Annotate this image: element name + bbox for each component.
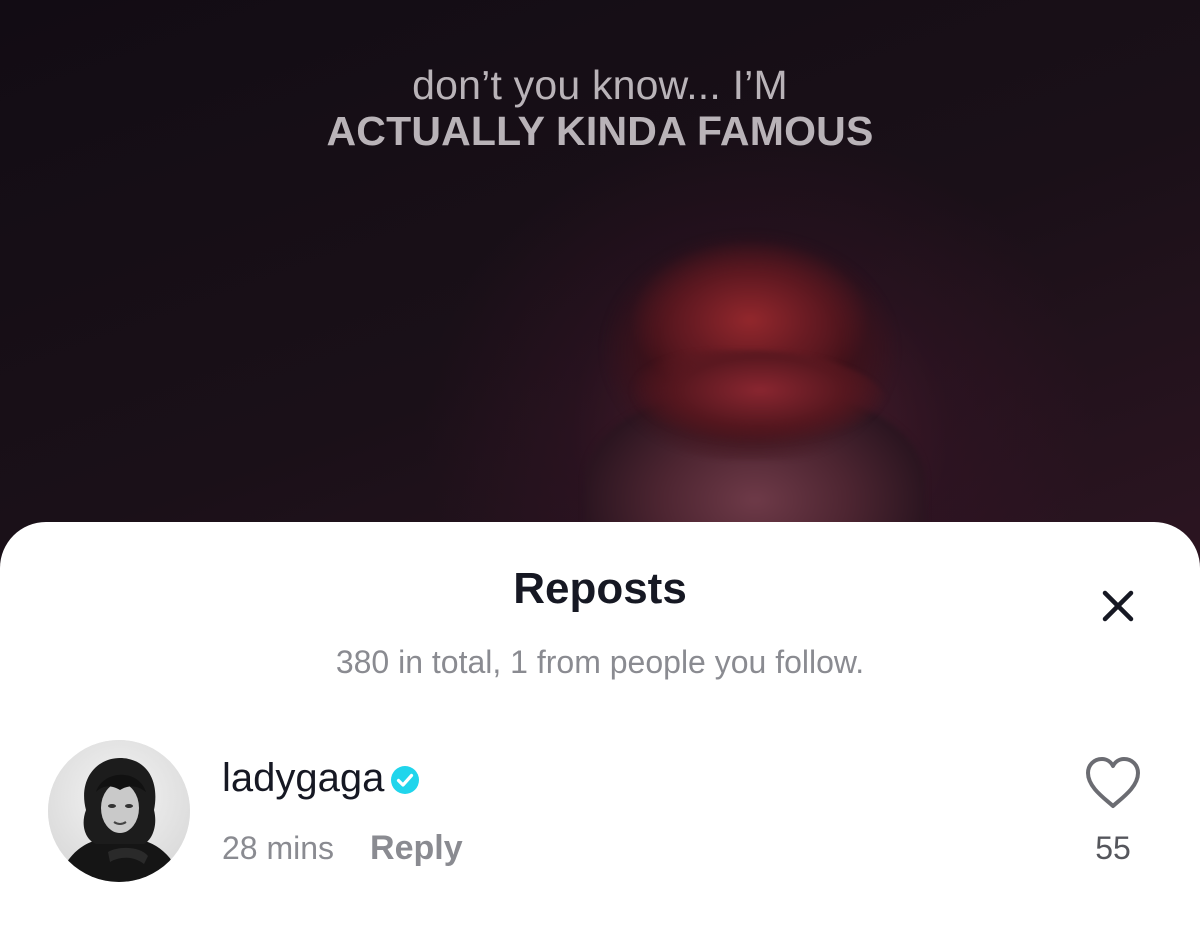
repost-meta: 28 mins Reply <box>222 826 463 870</box>
username[interactable]: ladygaga <box>222 754 384 802</box>
caption-line-1: don’t you know... I’M <box>412 62 788 108</box>
list-item[interactable]: ladygaga 28 mins Reply 55 <box>0 734 1200 884</box>
avatar[interactable] <box>48 740 190 882</box>
close-button[interactable] <box>1094 582 1142 630</box>
sheet-subtitle: 380 in total, 1 from people you follow. <box>335 644 865 680</box>
like-control: 55 <box>1074 756 1158 876</box>
sheet-title: Reposts <box>513 564 687 613</box>
verified-badge-icon <box>391 766 420 794</box>
avatar-image <box>48 740 190 882</box>
username-wrap[interactable]: ladygaga <box>222 750 420 806</box>
video-figure <box>540 230 940 590</box>
reposts-sheet: Reposts 380 in total, 1 from people you … <box>0 522 1200 934</box>
close-icon <box>1102 590 1134 622</box>
like-count: 55 <box>1095 830 1131 866</box>
screen: don’t you know... I’M ACTUALLY KINDA FAM… <box>0 0 1200 934</box>
caption-line-2: ACTUALLY KINDA FAMOUS <box>326 108 874 154</box>
heart-icon[interactable] <box>1084 756 1142 810</box>
reply-button[interactable]: Reply <box>370 828 463 868</box>
timestamp: 28 mins <box>222 830 335 866</box>
video-caption: don’t you know... I’M ACTUALLY KINDA FAM… <box>0 62 1200 154</box>
